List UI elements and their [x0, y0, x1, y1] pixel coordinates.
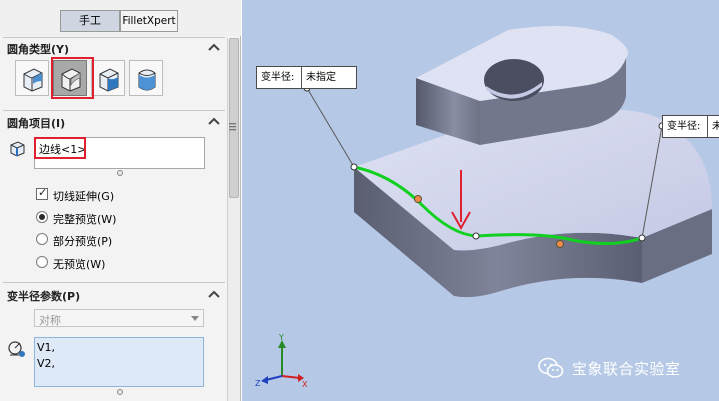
- face-fillet-icon: [99, 68, 119, 92]
- vertex-list-item[interactable]: V1,: [37, 341, 55, 354]
- axis-y-label: Y: [278, 333, 284, 342]
- fillet-type-title: 圆角类型(Y): [7, 43, 70, 56]
- watermark-text: 宝象联合实验室: [572, 360, 681, 378]
- radio-button[interactable]: [36, 233, 48, 245]
- edge-selection-icon: [10, 141, 25, 157]
- control-point[interactable]: [472, 232, 480, 240]
- chevron-up-icon[interactable]: [208, 42, 220, 52]
- variable-params-title: 变半径参数(P): [7, 290, 81, 303]
- control-point[interactable]: [414, 195, 422, 203]
- divider: [3, 37, 225, 38]
- tangent-propagation-label: 切线延伸(G): [53, 190, 115, 203]
- divider: [3, 282, 225, 283]
- chevron-down-icon[interactable]: [191, 316, 199, 321]
- fillet-type-header[interactable]: 圆角类型(Y): [0, 39, 228, 57]
- highlight-box: [51, 57, 94, 99]
- vertex-handle[interactable]: [638, 234, 646, 242]
- scrollbar-thumb[interactable]: [229, 38, 239, 198]
- highlight-box: [34, 137, 86, 159]
- chevron-up-icon[interactable]: [208, 116, 220, 126]
- radio-button[interactable]: [36, 211, 48, 223]
- list-resize-handle[interactable]: [117, 170, 123, 176]
- control-point[interactable]: [556, 240, 564, 248]
- callout-key: 变半径:: [261, 72, 295, 83]
- checkbox[interactable]: [36, 186, 48, 200]
- property-manager-tabs: 手工 FilletXpert: [0, 0, 241, 36]
- variable-radius-callout-left[interactable]: 变半径: 未指定: [256, 66, 357, 89]
- divider: [707, 116, 708, 137]
- variable-params-header[interactable]: 变半径参数(P): [0, 286, 228, 304]
- vertex-radius-icon: [8, 341, 25, 357]
- tab-manual[interactable]: 手工: [60, 10, 120, 32]
- axis-z-label: Z: [255, 379, 261, 388]
- variable-radius-callout-right[interactable]: 变半径: 未: [662, 115, 719, 138]
- constant-fillet-icon: [23, 68, 43, 92]
- axis-triad: Y X Z: [255, 333, 308, 389]
- vertex-handle[interactable]: [350, 163, 358, 171]
- callout-key: 变半径:: [667, 121, 701, 132]
- axis-x-label: X: [302, 380, 308, 389]
- list-resize-handle[interactable]: [117, 389, 123, 395]
- fillet-items-header[interactable]: 圆角项目(I): [0, 113, 228, 131]
- vertex-list-item[interactable]: V2,: [37, 357, 55, 370]
- fillet-type-constant-button[interactable]: [15, 60, 49, 96]
- symmetry-select[interactable]: 对称: [34, 309, 204, 327]
- panel-scrollbar[interactable]: [227, 38, 240, 401]
- no-preview-label: 无预览(W): [53, 258, 106, 271]
- divider: [3, 110, 225, 111]
- callout-value[interactable]: 未: [712, 116, 719, 137]
- tab-filletxpert[interactable]: FilletXpert: [120, 10, 178, 32]
- chevron-up-icon[interactable]: [208, 289, 220, 299]
- callout-value[interactable]: 未指定: [306, 67, 336, 88]
- fillet-type-fullround-button[interactable]: [129, 60, 163, 96]
- property-manager: 手工 FilletXpert 圆角类型(Y) 圆角项目(I) 边线<1> ✓ 切…: [0, 0, 241, 401]
- vertex-list[interactable]: V1, V2,: [34, 337, 204, 387]
- full-preview-label: 完整预览(W): [53, 213, 117, 226]
- partial-preview-label: 部分预览(P): [53, 235, 113, 248]
- symmetry-select-value: 对称: [39, 314, 61, 327]
- fillet-items-title: 圆角项目(I): [7, 117, 66, 130]
- wechat-icon: [538, 357, 564, 378]
- grip-icon[interactable]: [228, 120, 237, 134]
- model-view[interactable]: Y X Z: [242, 0, 719, 401]
- radio-button[interactable]: [36, 256, 48, 268]
- full-round-fillet-icon: [138, 69, 156, 91]
- fillet-type-face-button[interactable]: [91, 60, 125, 96]
- divider: [301, 67, 302, 88]
- graphics-viewport[interactable]: Y X Z 变半径: 未指定 变半径: 未 宝象联合实验室: [242, 0, 719, 401]
